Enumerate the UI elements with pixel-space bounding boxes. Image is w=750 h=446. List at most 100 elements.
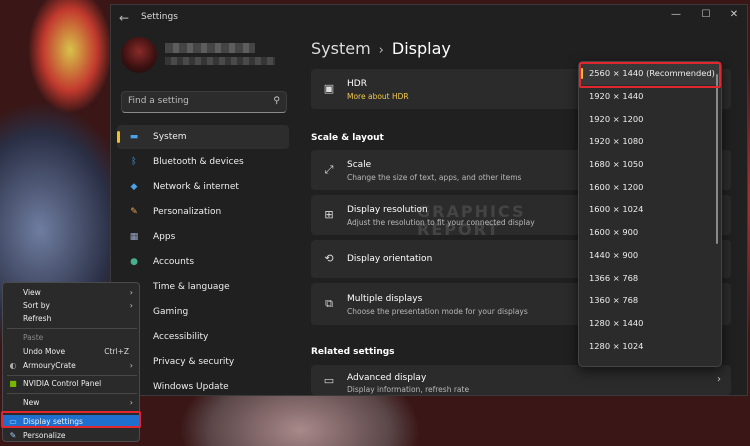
sidebar-item-apps[interactable]: ▦ Apps: [117, 225, 289, 249]
resolution-option[interactable]: 1600 × 1200: [579, 175, 721, 198]
scale-title: Scale: [347, 160, 372, 170]
ctx-label: Undo Move: [23, 347, 66, 356]
page-title: Display: [391, 39, 451, 58]
multiple-displays-icon: ⧉: [325, 297, 333, 310]
sidebar-item-accounts[interactable]: ● Accounts: [117, 250, 289, 274]
ctx-divider: [7, 412, 137, 413]
orientation-title: Display orientation: [347, 254, 433, 264]
apps-icon: ▦: [129, 232, 139, 242]
display-settings-icon: ▭: [9, 417, 17, 426]
maximize-icon[interactable]: ☐: [695, 9, 717, 20]
sidebar-item-privacy[interactable]: ⛉ Privacy & security: [117, 350, 289, 374]
resolution-option[interactable]: 1360 × 768: [579, 289, 721, 312]
hdr-icon: ▣: [323, 82, 335, 95]
avatar[interactable]: [121, 37, 157, 73]
chevron-right-icon: ›: [129, 361, 133, 370]
section-related-settings: Related settings: [311, 347, 395, 357]
resolution-option[interactable]: 1280 × 1024: [579, 334, 721, 357]
advanced-display-icon: ▭: [323, 374, 335, 387]
sidebar-item-label: Privacy & security: [153, 357, 235, 367]
ctx-personalize[interactable]: ✎ Personalize: [3, 429, 139, 442]
orientation-icon: ⟲: [324, 252, 334, 265]
ctx-label: Refresh: [23, 314, 52, 323]
scale-icon: ⤢: [324, 163, 334, 176]
sidebar-item-windows-update[interactable]: ↻ Windows Update: [117, 375, 289, 399]
ctx-divider: [7, 328, 137, 329]
watermark-line1: GRAPHICS: [417, 202, 526, 221]
resolution-dropdown[interactable]: 2560 × 1440 (Recommended) 1920 × 1440 19…: [578, 61, 722, 367]
search-icon[interactable]: ⚲: [273, 96, 280, 106]
back-arrow-icon[interactable]: ←: [119, 11, 129, 25]
chevron-right-icon: ›: [129, 398, 133, 407]
ctx-label: New: [23, 398, 40, 407]
dropdown-scrollbar[interactable]: [716, 74, 718, 244]
resolution-title: Display resolution: [347, 205, 428, 215]
sidebar-item-label: Accounts: [153, 257, 195, 267]
ctx-shortcut: Ctrl+Z: [104, 347, 129, 356]
resolution-icon: ⊞: [324, 208, 334, 221]
minimize-icon[interactable]: —: [665, 9, 687, 20]
resolution-option[interactable]: 1600 × 1024: [579, 198, 721, 221]
resolution-option[interactable]: 1366 × 768: [579, 266, 721, 289]
resolution-option[interactable]: 1280 × 1440: [579, 312, 721, 335]
ctx-undo-move[interactable]: Undo Move Ctrl+Z: [3, 345, 139, 358]
close-icon[interactable]: ✕: [723, 9, 745, 20]
ctx-paste: Paste: [3, 331, 139, 344]
sidebar-item-label: Windows Update: [153, 382, 229, 392]
resolution-option[interactable]: 2560 × 1440 (Recommended): [579, 62, 721, 85]
search-input[interactable]: [128, 96, 268, 106]
sidebar-item-label: System: [153, 132, 187, 142]
breadcrumb-separator: ›: [378, 43, 384, 58]
ctx-label: NVIDIA Control Panel: [23, 379, 102, 388]
breadcrumb: System › Display: [311, 39, 451, 58]
user-name-blurred: [165, 43, 255, 53]
ctx-display-settings[interactable]: ▭ Display settings: [3, 415, 139, 428]
ctx-sort-by[interactable]: Sort by ›: [3, 299, 139, 312]
sidebar-item-bluetooth[interactable]: ᛒ Bluetooth & devices: [117, 150, 289, 174]
brush-icon: ✎: [130, 207, 138, 217]
sidebar-item-network[interactable]: ◆ Network & internet: [117, 175, 289, 199]
watermark-line2: REPORT: [417, 220, 501, 239]
ctx-divider: [7, 375, 137, 376]
ctx-label: Sort by: [23, 301, 50, 310]
ctx-new[interactable]: New ›: [3, 396, 139, 409]
resolution-option[interactable]: 1600 × 900: [579, 221, 721, 244]
monitor-icon: ▬: [129, 132, 139, 142]
watermark: GRAPHICS REPORT: [417, 203, 525, 239]
ctx-refresh[interactable]: Refresh: [3, 312, 139, 325]
sidebar-item-label: Bluetooth & devices: [153, 157, 244, 167]
advanced-display-subtitle: Display information, refresh rate: [347, 385, 470, 394]
sidebar-item-label: Gaming: [153, 307, 189, 317]
search-box[interactable]: ⚲: [121, 91, 287, 113]
resolution-option[interactable]: 1440 × 900: [579, 244, 721, 267]
ctx-label: Paste: [23, 333, 44, 342]
sidebar-item-time-language[interactable]: ◷ Time & language: [117, 275, 289, 299]
user-email-blurred: [165, 57, 275, 65]
ctx-label: Personalize: [23, 431, 66, 440]
personalize-icon: ✎: [9, 431, 17, 440]
resolution-option[interactable]: 1680 × 1050: [579, 153, 721, 176]
bluetooth-icon: ᛒ: [131, 157, 137, 167]
advanced-display-card[interactable]: ▭ Advanced display Display information, …: [311, 365, 731, 395]
ctx-view[interactable]: View ›: [3, 286, 139, 299]
sidebar-item-personalization[interactable]: ✎ Personalization: [117, 200, 289, 224]
ctx-divider: [7, 393, 137, 394]
sidebar-item-system[interactable]: ▬ System: [117, 125, 289, 149]
resolution-option[interactable]: 1920 × 1080: [579, 130, 721, 153]
chevron-right-icon: ›: [129, 288, 133, 297]
sidebar-item-gaming[interactable]: ◎ Gaming: [117, 300, 289, 324]
sidebar-item-accessibility[interactable]: ✦ Accessibility: [117, 325, 289, 349]
hdr-link[interactable]: More about HDR: [347, 92, 409, 101]
breadcrumb-system[interactable]: System: [311, 39, 371, 58]
scale-subtitle: Change the size of text, apps, and other…: [347, 173, 522, 182]
ctx-armourycrate[interactable]: ◐ ArmouryCrate ›: [3, 359, 139, 372]
sidebar-item-label: Network & internet: [153, 182, 239, 192]
resolution-option[interactable]: 1920 × 1440: [579, 85, 721, 108]
ctx-nvidia-control-panel[interactable]: ■ NVIDIA Control Panel: [3, 377, 139, 390]
multiple-displays-title: Multiple displays: [347, 294, 423, 304]
chevron-right-icon: ›: [717, 374, 721, 385]
resolution-option[interactable]: 1920 × 1200: [579, 107, 721, 130]
ctx-label: ArmouryCrate: [23, 361, 76, 370]
app-title: Settings: [141, 12, 178, 22]
title-bar: ← Settings — ☐ ✕: [111, 5, 747, 31]
